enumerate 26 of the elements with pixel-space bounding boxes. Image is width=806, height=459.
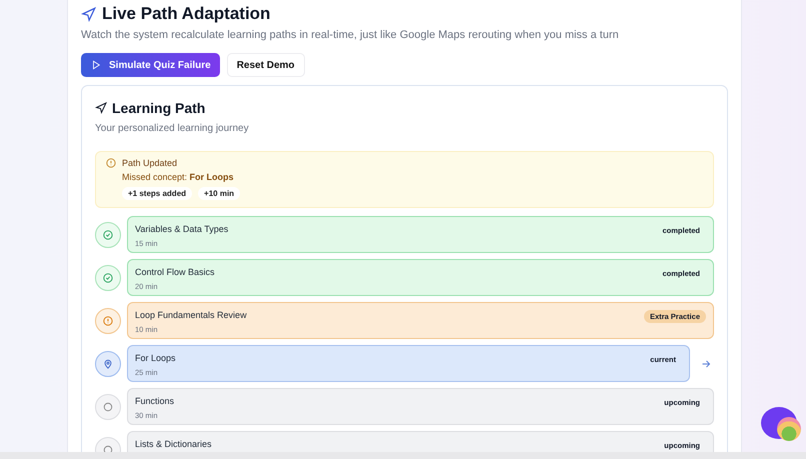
card-title: Learning Path	[112, 100, 206, 116]
step-title: Variables & Data Types	[135, 224, 228, 234]
page-description: Watch the system recalculate learning paths in real-time, just like Google Maps rerouting when you miss a turn	[81, 29, 620, 41]
step-title: Loop Fundamentals Review	[135, 310, 247, 320]
navigation-icon	[95, 102, 107, 114]
arrow-right-icon[interactable]	[700, 358, 712, 370]
step-title: For Loops	[135, 353, 176, 363]
simulate-button[interactable]: Simulate Quiz Failure	[81, 53, 220, 77]
alert-circle-icon	[106, 158, 116, 168]
alert-message: Missed concept: For Loops	[122, 172, 235, 182]
change-tag: +1 steps added	[122, 187, 192, 200]
step-title: Control Flow Basics	[135, 267, 215, 277]
check-circle-icon	[103, 230, 113, 240]
navigation-icon	[81, 6, 96, 22]
step-title: Lists & Dictionaries	[135, 439, 212, 449]
alert-circle-icon	[103, 316, 113, 326]
page-title: Live Path Adaptation	[102, 4, 270, 24]
change-tag: +10 min	[198, 187, 240, 200]
card-subtitle: Your personalized learning journey	[95, 123, 250, 134]
alert-title: Path Updated	[122, 158, 178, 168]
map-pin-icon	[103, 358, 113, 368]
step-title: Functions	[135, 396, 174, 406]
reset-button[interactable]: Reset Demo	[226, 53, 305, 77]
play-icon	[91, 60, 101, 70]
check-circle-icon	[103, 272, 113, 282]
empty-circle-icon	[103, 402, 113, 412]
